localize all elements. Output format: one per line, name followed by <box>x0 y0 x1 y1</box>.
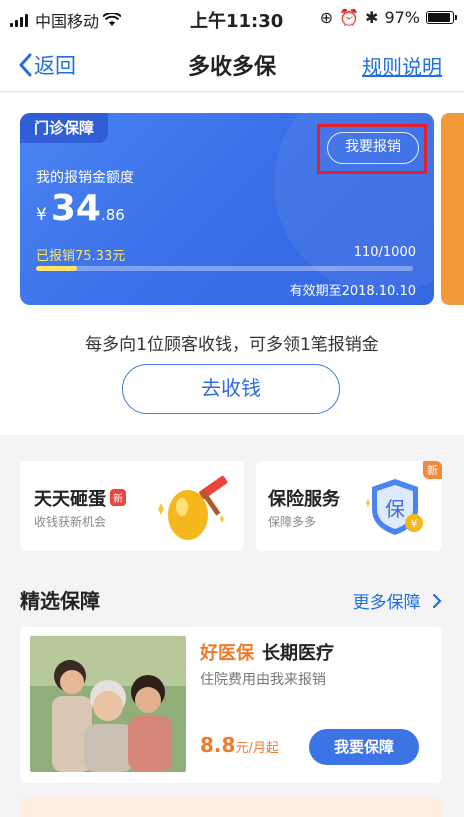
amount-decimal: .86 <box>100 206 125 224</box>
progress-fill <box>36 266 78 271</box>
feature-title: 保险服务 <box>268 489 340 510</box>
back-button[interactable]: 返回 <box>18 50 76 80</box>
alarm-icon: ⏰ <box>339 8 360 27</box>
section-title: 精选保障 <box>20 589 100 613</box>
new-badge: 新 <box>110 489 126 506</box>
chevron-left-icon <box>19 53 32 77</box>
carrier-label: 中国移动 <box>35 12 100 31</box>
svg-text:¥: ¥ <box>411 517 418 530</box>
product-price: 8.8 元/月起 <box>200 733 279 757</box>
price-number: 8.8 <box>200 733 236 757</box>
currency-symbol: ¥ <box>36 205 47 225</box>
feature-card-egg[interactable]: 天天砸蛋新 收钱获新机会 <box>20 461 244 551</box>
wifi-icon <box>103 13 122 26</box>
highlight-box <box>317 124 427 174</box>
promo-text: 每多向1位顾客收钱，可多领1笔报销金 <box>85 335 379 355</box>
quota-amount: ¥ 34 .86 <box>36 188 125 229</box>
chevron-right-icon <box>432 593 442 609</box>
more-coverage-link[interactable]: 更多保障 <box>353 588 442 613</box>
progress-ratio: 110/1000 <box>353 245 416 260</box>
feature-subtitle: 保障多多 <box>268 515 317 529</box>
feature-card-insurance[interactable]: 新 保险服务 保障多多 保 ¥ <box>256 461 442 551</box>
status-bar: 中国移动 上午11:30 ⊕ ⏰ ✱ 97% <box>0 0 464 38</box>
product-description: 住院费用由我来报销 <box>200 672 326 688</box>
progress-bar <box>36 266 413 271</box>
battery-percent: 97% <box>384 8 420 27</box>
more-label: 更多保障 <box>352 593 421 613</box>
amount-integer: 34 <box>50 188 101 229</box>
next-card-peek[interactable] <box>441 113 464 305</box>
status-time: 上午11:30 <box>190 11 284 32</box>
family-photo <box>30 636 186 772</box>
shield-icon: 保 ¥ <box>366 479 423 535</box>
bluetooth-icon: ✱ <box>365 8 379 27</box>
back-label: 返回 <box>34 54 76 78</box>
card-tag: 门诊保障 <box>20 113 109 143</box>
product-brand: 好医保 <box>200 643 254 664</box>
product-name: 长期医疗 <box>262 643 334 664</box>
collect-money-button[interactable]: 去收钱 <box>122 364 340 414</box>
validity-date: 有效期至2018.10.10 <box>289 284 416 299</box>
golden-egg-icon <box>158 475 228 540</box>
orientation-lock-icon: ⊕ <box>319 8 334 27</box>
rules-link[interactable]: 规则说明 <box>362 51 442 80</box>
quota-label: 我的报销金额度 <box>36 170 134 186</box>
claimed-amount: 已报销75.33元 <box>36 249 126 264</box>
battery-icon <box>426 11 457 24</box>
get-coverage-button[interactable]: 我要保障 <box>309 729 419 765</box>
nav-bar: 多收多保 返回 规则说明 <box>0 38 464 92</box>
signal-icon <box>10 13 28 27</box>
price-unit: 元/月起 <box>235 741 279 756</box>
next-banner-peek <box>20 797 442 817</box>
feature-subtitle: 收钱获新机会 <box>34 515 107 529</box>
shield-text: 保 <box>385 497 405 521</box>
feature-title: 天天砸蛋 <box>34 489 106 510</box>
